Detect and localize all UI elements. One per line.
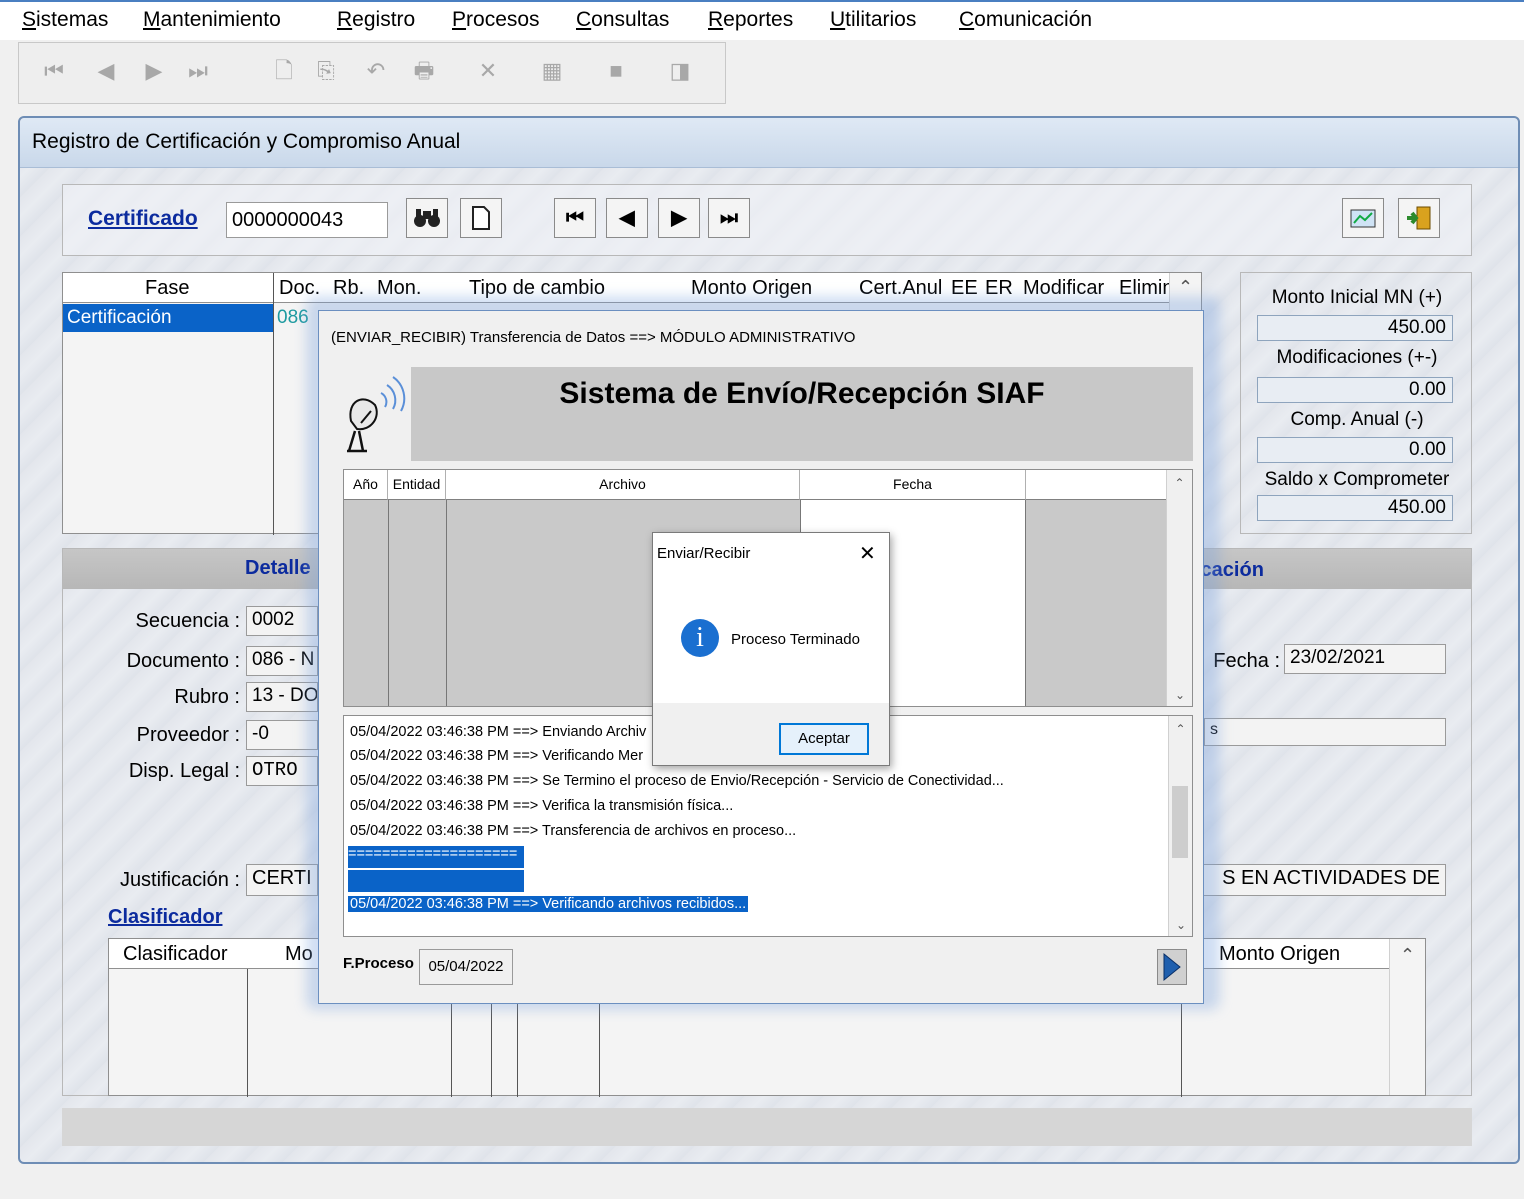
log-line: 05/04/2022 03:46:38 PM ==> Transferencia… — [350, 823, 797, 839]
next-certificate-icon[interactable]: ▶ — [658, 198, 700, 238]
col-clasificador[interactable]: Clasificador — [123, 943, 227, 966]
col-ano[interactable]: Año — [344, 470, 388, 500]
menu-registro[interactable]: Registro — [337, 8, 415, 32]
next-arrow-icon[interactable] — [1157, 949, 1187, 985]
alert-dialog: Enviar/Recibir ✕ i Proceso Terminado Ace… — [652, 532, 890, 766]
fproceso-field[interactable]: 05/04/2022 — [419, 949, 513, 985]
status-bar — [62, 1108, 1472, 1146]
log-line: 05/04/2022 03:46:38 PM ==> Enviando Arch… — [350, 724, 647, 740]
col-fecha[interactable]: Fecha — [800, 470, 1026, 500]
table-cell-doc: 086 — [277, 307, 309, 328]
aceptar-button[interactable]: Aceptar — [779, 723, 869, 755]
copy-icon[interactable]: ⎘ — [309, 53, 343, 89]
modificaciones-label: Modificaciones (+-) — [1276, 347, 1438, 368]
satellite-dish-icon — [341, 371, 411, 463]
main-window-title: Registro de Certificación y Compromiso A… — [32, 130, 461, 153]
alert-dialog-title: Enviar/Recibir — [657, 545, 751, 562]
table-row[interactable]: Certificación — [63, 304, 273, 332]
certificado-input[interactable]: 0000000043 — [226, 202, 388, 238]
menu-comunicacion[interactable]: Comunicación — [959, 8, 1092, 32]
save-icon[interactable]: ▦ — [535, 53, 569, 89]
log-line-selected: ==================== — [348, 846, 524, 868]
log-line: 05/04/2022 03:46:38 PM ==> Verificando M… — [350, 748, 644, 764]
binoculars-icon[interactable] — [406, 198, 448, 238]
transfer-grid-scrollbar[interactable]: ⌃ ⌄ — [1166, 470, 1192, 706]
close-icon[interactable]: ✕ — [859, 541, 876, 566]
monto-inicial-label: Monto Inicial MN (+) — [1271, 287, 1443, 308]
clasificador-scrollbar[interactable]: ⌃ — [1389, 939, 1425, 1095]
proveedor-label: Proveedor : — [136, 724, 240, 746]
menu-reportes[interactable]: Reportes — [708, 8, 793, 32]
toolbar: ⏮ ◀ ▶ ⏭ 🗋 ⎘ ↶ 🖶 ✕ ▦ ■ ◨ — [18, 42, 726, 104]
fecha-field[interactable]: 23/02/2021 — [1284, 644, 1446, 674]
comp-anual-value: 0.00 — [1257, 437, 1453, 463]
prev-record-icon[interactable]: ◀ — [89, 53, 123, 89]
new-doc-icon[interactable]: 🗋 — [267, 53, 301, 89]
info-icon: i — [681, 619, 719, 657]
col-fase[interactable]: Fase — [145, 277, 189, 300]
menu-mantenimiento[interactable]: Mantenimiento — [143, 8, 281, 32]
main-window-titlebar: Registro de Certificación y Compromiso A… — [20, 118, 1518, 168]
modificaciones-value: 0.00 — [1257, 377, 1453, 403]
comp-anual-label: Comp. Anual (-) — [1290, 409, 1424, 430]
justificacion-field-right[interactable]: S EN ACTIVIDADES DE — [1196, 864, 1446, 896]
monto-inicial-value: 450.00 — [1257, 315, 1453, 341]
totals-panel: Monto Inicial MN (+) 450.00 Modificacion… — [1240, 272, 1472, 534]
secuencia-label: Secuencia : — [135, 610, 240, 632]
log-line-selected: 05/04/2022 03:46:38 PM ==> Verificando a… — [348, 896, 749, 912]
menu-utilitarios[interactable]: Utilitarios — [830, 8, 916, 32]
certificado-link[interactable]: Certificado — [88, 207, 198, 231]
menu-sistemas[interactable]: Sistemas — [22, 8, 108, 32]
print-icon[interactable]: 🖶 — [407, 53, 441, 89]
rubro-label: Rubro : — [174, 686, 240, 708]
menu-consultas[interactable]: Consultas — [576, 8, 669, 32]
delete-icon[interactable]: ✕ — [471, 53, 505, 89]
col-entidad[interactable]: Entidad — [388, 470, 446, 500]
log-line: 05/04/2022 03:46:38 PM ==> Verifica la t… — [350, 798, 734, 814]
clasificador-link[interactable]: Clasificador — [108, 906, 222, 929]
next-record-icon[interactable]: ▶ — [137, 53, 171, 89]
stop-icon[interactable]: ■ — [599, 53, 633, 89]
alert-message: Proceso Terminado — [731, 631, 860, 648]
report-icon[interactable] — [1342, 198, 1384, 238]
justificacion-label: Justificación : — [119, 869, 240, 891]
last-record-icon[interactable]: ⏭ — [181, 53, 215, 89]
exit-icon[interactable]: ◨ — [663, 53, 697, 89]
new-certificate-icon[interactable] — [460, 198, 502, 238]
siaf-banner-title: Sistema de Envío/Recepción SIAF — [559, 377, 1045, 410]
fproceso-label: F.Proceso — [343, 955, 414, 972]
log-line-selected — [348, 870, 524, 892]
exit-door-icon[interactable] — [1398, 198, 1440, 238]
log-scrollbar[interactable]: ⌃ ⌄ — [1168, 716, 1192, 936]
disp-legal-label: Disp. Legal : — [128, 760, 240, 782]
menu-procesos[interactable]: Procesos — [452, 8, 540, 32]
documento-label: Documento : — [126, 650, 240, 672]
first-certificate-icon[interactable]: ⏮ — [554, 198, 596, 238]
col-filler — [1026, 470, 1168, 500]
first-record-icon[interactable]: ⏮ — [37, 53, 71, 89]
transfer-window-title: (ENVIAR_RECIBIR) Transferencia de Datos … — [331, 329, 856, 346]
col-monto-origen-bottom[interactable]: Monto Origen — [1219, 943, 1340, 966]
col-archivo[interactable]: Archivo — [446, 470, 800, 500]
log-line: 05/04/2022 03:46:38 PM ==> Se Termino el… — [350, 773, 1004, 789]
saldo-label: Saldo x Comprometer — [1264, 469, 1450, 490]
saldo-value: 450.00 — [1257, 495, 1453, 521]
last-certificate-icon[interactable]: ⏭ — [708, 198, 750, 238]
siaf-banner: Sistema de Envío/Recepción SIAF — [411, 367, 1193, 461]
prev-certificate-icon[interactable]: ◀ — [606, 198, 648, 238]
undo-icon[interactable]: ↶ — [359, 53, 393, 89]
right-info-field[interactable]: s — [1204, 718, 1446, 746]
menu-bar: Sistemas Mantenimiento Registro Procesos… — [0, 0, 1524, 40]
